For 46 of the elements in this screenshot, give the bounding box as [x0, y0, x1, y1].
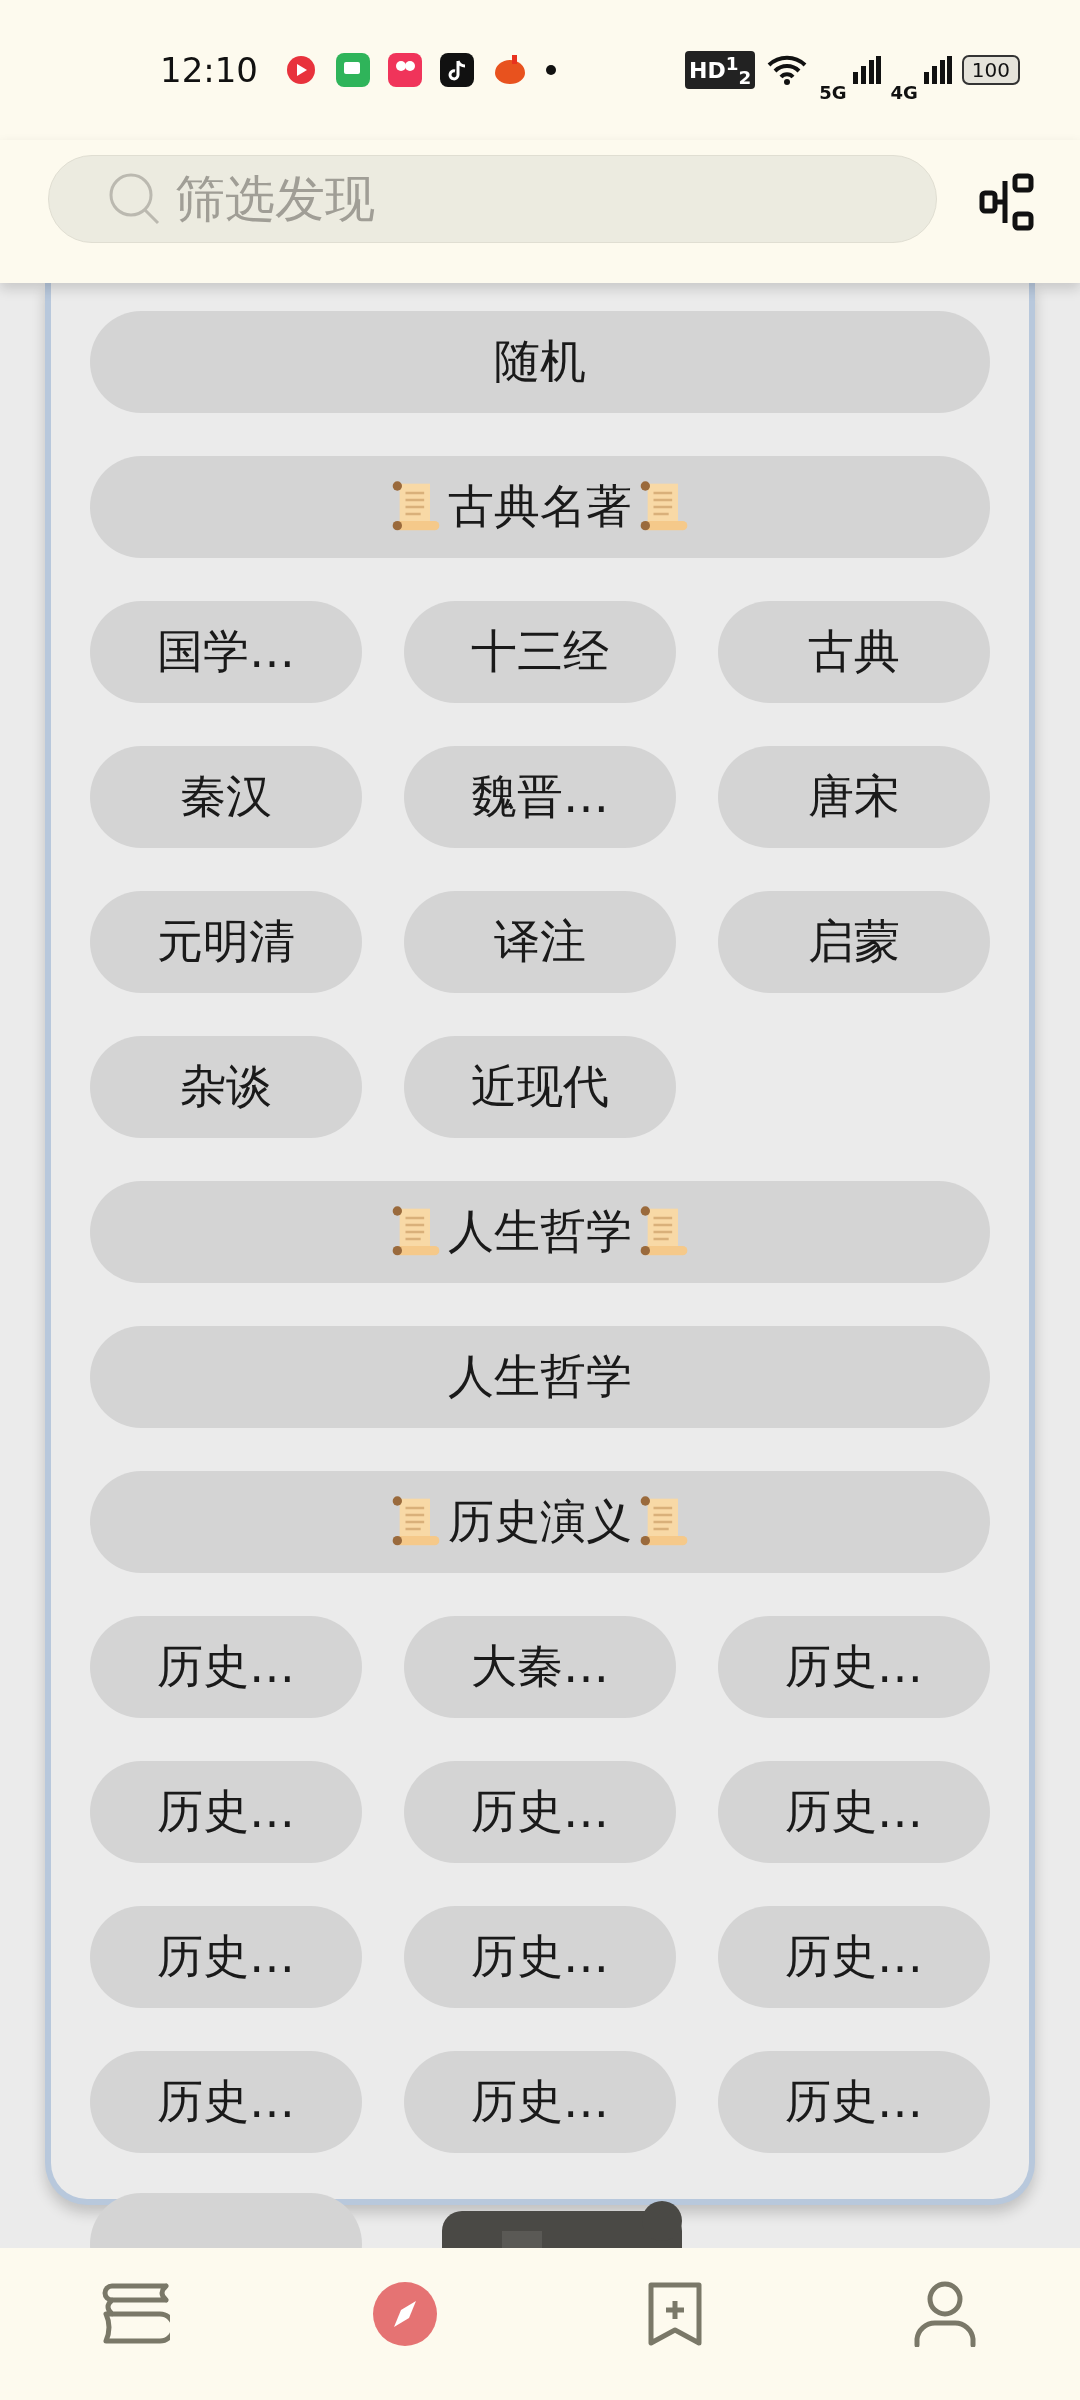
filter-chip[interactable]: 译注	[404, 891, 676, 993]
filter-chip[interactable]: 历史…	[90, 1761, 362, 1863]
filter-chip[interactable]: 人生哲学	[90, 1326, 990, 1428]
filter-chip[interactable]: 古典	[718, 601, 990, 703]
dot-icon	[546, 65, 556, 75]
filter-chip[interactable]: 国学…	[90, 601, 362, 703]
filter-chip[interactable]: 历史…	[404, 1761, 676, 1863]
filter-chip[interactable]: 魏晋…	[404, 746, 676, 848]
compass-icon[interactable]	[372, 2281, 438, 2347]
filter-chip[interactable]: 秦汉	[90, 746, 362, 848]
filter-chip[interactable]: 历史…	[718, 1616, 990, 1718]
filter-chip[interactable]: 启蒙	[718, 891, 990, 993]
search-field[interactable]: 筛选发现	[48, 155, 937, 243]
filter-chip[interactable]: 近现代	[404, 1036, 676, 1138]
signal-icon	[852, 56, 881, 84]
filter-chip[interactable]: 历史…	[404, 2051, 676, 2153]
books-icon[interactable]	[100, 2283, 170, 2345]
tomato-icon	[492, 53, 528, 87]
filter-chip[interactable]: 历史…	[90, 2051, 362, 2153]
notification-icon	[284, 53, 318, 87]
category-title: 人生哲学	[448, 1203, 632, 1260]
category-title: 古典名著	[448, 478, 632, 535]
category-title: 历史演义	[448, 1493, 632, 1550]
battery-level: 100	[961, 55, 1020, 85]
filter-chip[interactable]: 历史…	[718, 2051, 990, 2153]
layout-icon[interactable]	[979, 173, 1035, 231]
filter-chip[interactable]: 随机	[90, 311, 990, 413]
signal-icon	[923, 56, 952, 84]
network-label: 4G	[890, 81, 918, 103]
filter-chip[interactable]: 元明清	[90, 891, 362, 993]
video-app-icon	[388, 53, 422, 87]
filter-chip[interactable]: 历史…	[90, 1616, 362, 1718]
filter-chip[interactable]: 历史…	[90, 1906, 362, 2008]
filter-chip[interactable]: 杂谈	[90, 1036, 362, 1138]
filter-chip[interactable]: 唐宋	[718, 746, 990, 848]
status-time: 12:10	[160, 50, 258, 90]
filter-chip[interactable]: 大秦…	[404, 1616, 676, 1718]
music-note-icon	[440, 53, 474, 87]
bookmark-add-icon[interactable]	[647, 2281, 703, 2347]
chat-icon	[336, 53, 370, 87]
profile-icon[interactable]	[914, 2281, 976, 2347]
filter-chip[interactable]: 历史…	[404, 1906, 676, 2008]
network-label: 5G	[819, 81, 847, 103]
filter-chip[interactable]: 十三经	[404, 601, 676, 703]
filter-chip[interactable]: 历史…	[718, 1906, 990, 2008]
filter-chip[interactable]: 历史…	[718, 1761, 990, 1863]
